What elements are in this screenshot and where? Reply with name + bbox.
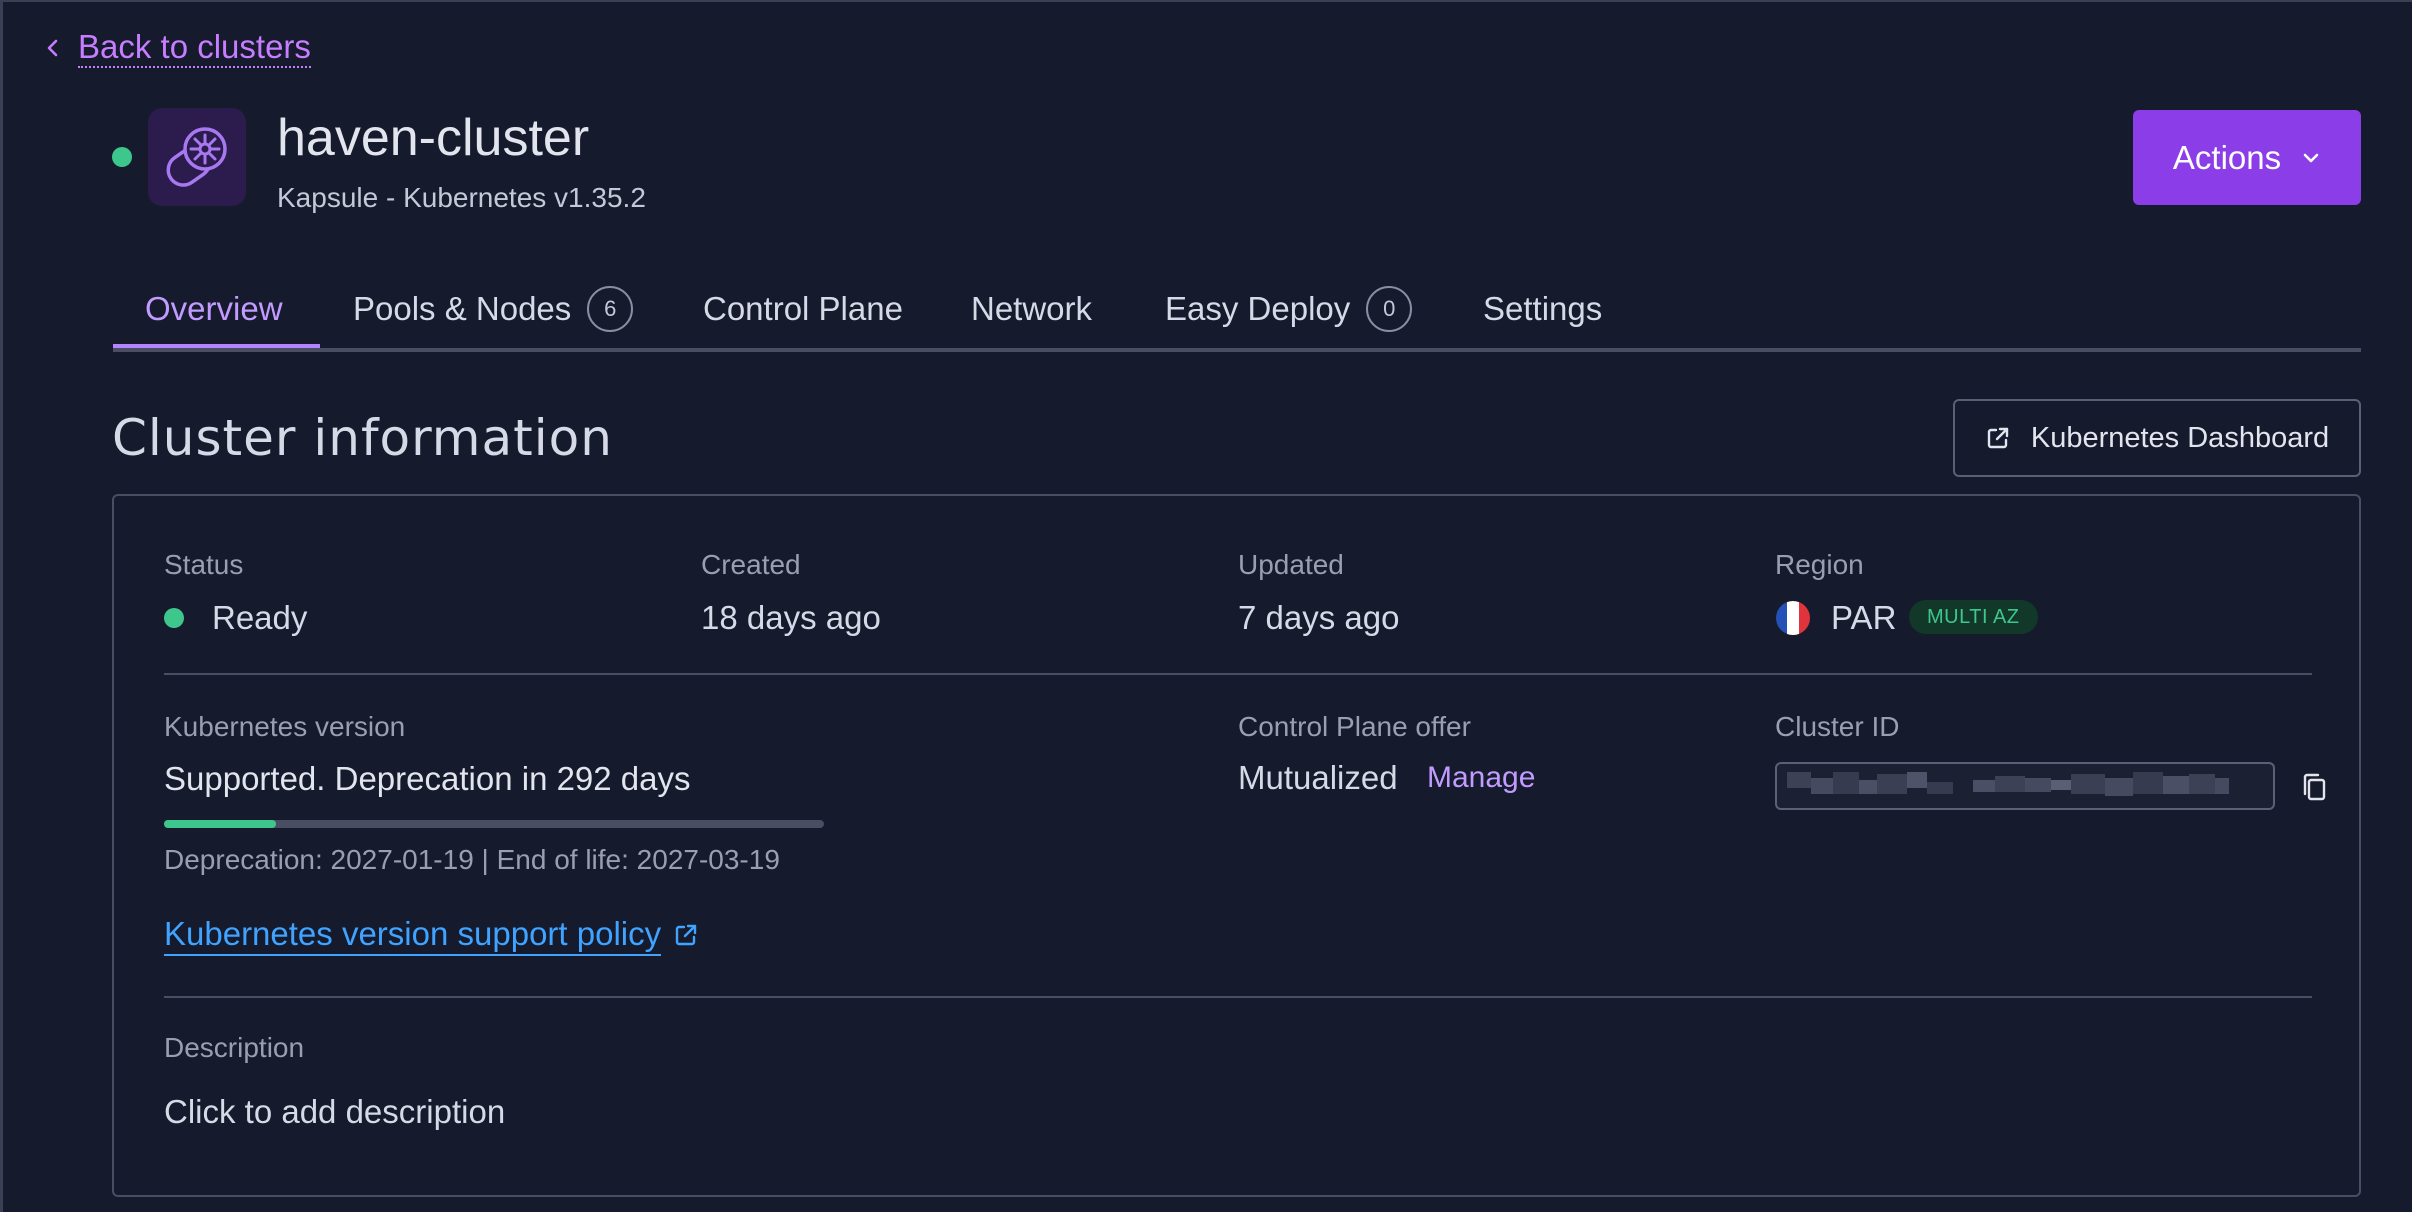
cluster-status-dot bbox=[112, 147, 132, 167]
description-editable[interactable]: Click to add description bbox=[164, 1092, 505, 1132]
tab-network[interactable]: Network bbox=[971, 270, 1092, 348]
kubernetes-version-policy-link[interactable]: Kubernetes version support policy bbox=[164, 914, 699, 956]
tab-pools-nodes[interactable]: Pools & Nodes 6 bbox=[353, 270, 634, 348]
cluster-subtitle: Kapsule - Kubernetes v1.35.2 bbox=[277, 182, 646, 213]
cluster-info-card: Status Ready Created 18 days ago Updated… bbox=[112, 494, 2361, 1197]
kubernetes-version-label: Kubernetes version bbox=[164, 711, 406, 742]
tab-easy-deploy[interactable]: Easy Deploy 0 bbox=[1165, 270, 1413, 348]
section-title: Cluster information bbox=[112, 409, 613, 467]
multi-az-badge: MULTI AZ bbox=[1909, 600, 2038, 634]
tab-settings[interactable]: Settings bbox=[1483, 270, 1602, 348]
kubernetes-icon bbox=[148, 108, 246, 206]
chevron-down-icon bbox=[2303, 153, 2319, 162]
manage-control-plane-link[interactable]: Manage bbox=[1427, 758, 1535, 798]
updated-label: Updated bbox=[1238, 549, 1344, 580]
tab-label: Settings bbox=[1483, 290, 1603, 327]
cluster-id-field[interactable] bbox=[1775, 762, 2275, 810]
ready-status-dot bbox=[164, 608, 184, 628]
actions-label: Actions bbox=[2172, 138, 2282, 176]
active-tab-indicator bbox=[113, 344, 320, 348]
divider bbox=[164, 673, 2312, 675]
external-link-icon bbox=[675, 924, 697, 946]
back-link-label: Back to clusters bbox=[78, 28, 311, 68]
window-left-border bbox=[0, 0, 3, 1212]
policy-link-label: Kubernetes version support policy bbox=[164, 914, 662, 956]
france-flag-icon bbox=[1776, 601, 1810, 635]
deprecation-dates: Deprecation: 2027-01-19 | End of life: 2… bbox=[164, 844, 780, 875]
region-label: Region bbox=[1775, 549, 1864, 580]
copy-cluster-id-button[interactable] bbox=[2297, 770, 2331, 804]
cluster-id-label: Cluster ID bbox=[1775, 711, 1900, 742]
tab-control-plane[interactable]: Control Plane bbox=[703, 270, 903, 348]
tab-label: Pools & Nodes bbox=[353, 290, 572, 327]
version-support-progress bbox=[164, 820, 824, 828]
copy-icon bbox=[2303, 773, 2326, 801]
chevron-left-icon bbox=[47, 39, 58, 57]
tab-bar: Overview Pools & Nodes 6 Control Plane N… bbox=[113, 270, 2361, 352]
status-label: Status bbox=[164, 549, 244, 580]
kubernetes-dashboard-label: Kubernetes Dashboard bbox=[2030, 421, 2330, 454]
window-top-border bbox=[0, 0, 2412, 2]
tab-overview[interactable]: Overview bbox=[145, 270, 283, 348]
tab-label: Easy Deploy bbox=[1165, 290, 1351, 327]
tab-label: Overview bbox=[145, 290, 283, 327]
control-plane-label: Control Plane offer bbox=[1238, 711, 1471, 742]
easy-deploy-count-badge: 0 bbox=[1366, 286, 1413, 332]
redacted-cluster-id bbox=[1787, 772, 2229, 796]
divider bbox=[164, 996, 2312, 998]
kubernetes-version-value: Supported. Deprecation in 292 days bbox=[164, 760, 691, 797]
kubernetes-dashboard-button[interactable]: Kubernetes Dashboard bbox=[1953, 399, 2361, 477]
region-value: PAR bbox=[1831, 599, 1897, 636]
control-plane-value: Mutualized bbox=[1238, 759, 1398, 796]
status-value: Ready bbox=[212, 599, 308, 636]
description-label: Description bbox=[164, 1032, 305, 1063]
version-support-progress-fill bbox=[164, 820, 277, 828]
created-value: 18 days ago bbox=[701, 599, 881, 636]
actions-button[interactable]: Actions bbox=[2133, 110, 2361, 205]
pools-count-badge: 6 bbox=[587, 286, 634, 332]
back-to-clusters-link[interactable]: Back to clusters bbox=[44, 28, 311, 68]
tab-label: Network bbox=[971, 290, 1093, 327]
cluster-name: haven-cluster bbox=[277, 109, 590, 167]
tab-label: Control Plane bbox=[703, 290, 903, 327]
updated-value: 7 days ago bbox=[1238, 599, 1400, 636]
external-link-icon bbox=[1987, 427, 2009, 449]
created-label: Created bbox=[701, 549, 801, 580]
